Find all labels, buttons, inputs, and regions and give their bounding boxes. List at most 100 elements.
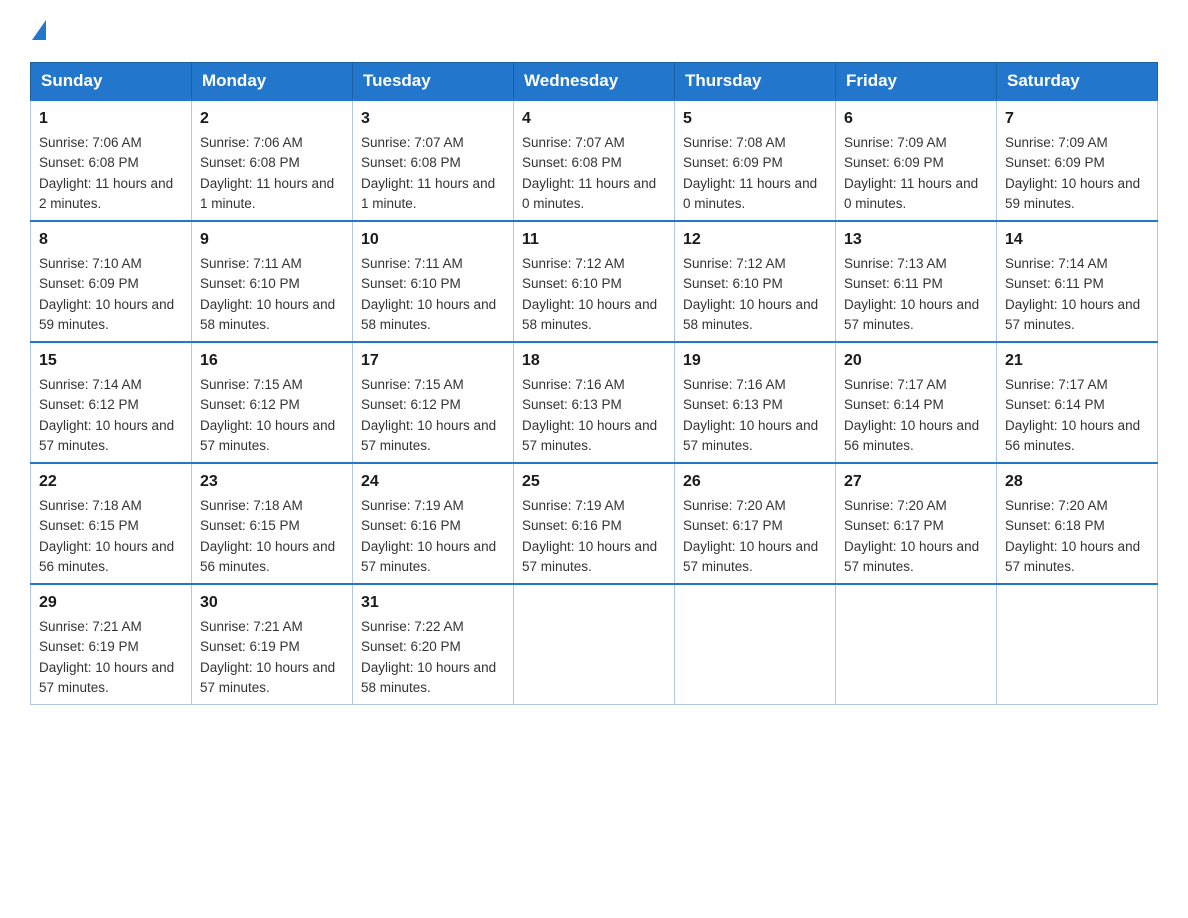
sunrise-text: Sunrise: 7:16 AM — [683, 377, 786, 392]
daylight-text: Daylight: 10 hours and 56 minutes. — [1005, 418, 1140, 453]
calendar-cell — [836, 584, 997, 705]
sunset-text: Sunset: 6:19 PM — [39, 639, 139, 654]
day-number: 7 — [1005, 107, 1149, 131]
calendar-cell: 1Sunrise: 7:06 AMSunset: 6:08 PMDaylight… — [31, 100, 192, 221]
header-day-saturday: Saturday — [997, 63, 1158, 101]
day-number: 13 — [844, 228, 988, 252]
sunrise-text: Sunrise: 7:10 AM — [39, 256, 142, 271]
daylight-text: Daylight: 10 hours and 58 minutes. — [361, 660, 496, 695]
sunrise-text: Sunrise: 7:21 AM — [39, 619, 142, 634]
calendar-cell: 16Sunrise: 7:15 AMSunset: 6:12 PMDayligh… — [192, 342, 353, 463]
daylight-text: Daylight: 10 hours and 56 minutes. — [200, 539, 335, 574]
sunrise-text: Sunrise: 7:07 AM — [361, 135, 464, 150]
daylight-text: Daylight: 10 hours and 57 minutes. — [361, 418, 496, 453]
sunrise-text: Sunrise: 7:18 AM — [39, 498, 142, 513]
sunrise-text: Sunrise: 7:19 AM — [361, 498, 464, 513]
daylight-text: Daylight: 10 hours and 58 minutes. — [522, 297, 657, 332]
sunrise-text: Sunrise: 7:16 AM — [522, 377, 625, 392]
day-number: 15 — [39, 349, 183, 373]
calendar-week-5: 29 Sunrise: 7:21 AM Sunset: 6:19 PM Dayligh… — [31, 584, 1158, 705]
calendar-cell — [997, 584, 1158, 705]
daylight-text: Daylight: 10 hours and 57 minutes. — [683, 539, 818, 574]
calendar-week-4: 22Sunrise: 7:18 AMSunset: 6:15 PMDayligh… — [31, 463, 1158, 584]
calendar-week-2: 8Sunrise: 7:10 AMSunset: 6:09 PMDaylight… — [31, 221, 1158, 342]
daylight-text: Daylight: 10 hours and 57 minutes. — [683, 418, 818, 453]
calendar-cell: 20Sunrise: 7:17 AMSunset: 6:14 PMDayligh… — [836, 342, 997, 463]
sunset-text: Sunset: 6:08 PM — [200, 155, 300, 170]
sunset-text: Sunset: 6:12 PM — [200, 397, 300, 412]
calendar-cell: 25Sunrise: 7:19 AMSunset: 6:16 PMDayligh… — [514, 463, 675, 584]
day-number: 30 — [200, 591, 344, 615]
sunrise-text: Sunrise: 7:11 AM — [361, 256, 463, 271]
day-number: 28 — [1005, 470, 1149, 494]
sunrise-text: Sunrise: 7:20 AM — [1005, 498, 1108, 513]
sunrise-text: Sunrise: 7:09 AM — [844, 135, 947, 150]
daylight-text: Daylight: 10 hours and 59 minutes. — [1005, 176, 1140, 211]
sunset-text: Sunset: 6:18 PM — [1005, 518, 1105, 533]
day-number: 24 — [361, 470, 505, 494]
sunset-text: Sunset: 6:16 PM — [522, 518, 622, 533]
calendar-table: SundayMondayTuesdayWednesdayThursdayFrid… — [30, 62, 1158, 705]
daylight-text: Daylight: 10 hours and 57 minutes. — [39, 418, 174, 453]
daylight-text: Daylight: 10 hours and 58 minutes. — [200, 297, 335, 332]
sunset-text: Sunset: 6:08 PM — [522, 155, 622, 170]
calendar-cell: 26Sunrise: 7:20 AMSunset: 6:17 PMDayligh… — [675, 463, 836, 584]
sunset-text: Sunset: 6:10 PM — [522, 276, 622, 291]
page-header — [30, 20, 1158, 42]
day-number: 9 — [200, 228, 344, 252]
sunrise-text: Sunrise: 7:06 AM — [39, 135, 142, 150]
sunrise-text: Sunrise: 7:06 AM — [200, 135, 303, 150]
day-number: 25 — [522, 470, 666, 494]
day-number: 20 — [844, 349, 988, 373]
calendar-cell: 30Sunrise: 7:21 AMSunset: 6:19 PMDayligh… — [192, 584, 353, 705]
daylight-text: Daylight: 10 hours and 57 minutes. — [522, 418, 657, 453]
calendar-cell: 15Sunrise: 7:14 AMSunset: 6:12 PMDayligh… — [31, 342, 192, 463]
sunset-text: Sunset: 6:11 PM — [844, 276, 943, 291]
daylight-text: Daylight: 11 hours and 0 minutes. — [844, 176, 978, 211]
daylight-text: Daylight: 10 hours and 57 minutes. — [1005, 539, 1140, 574]
day-number: 4 — [522, 107, 666, 131]
day-number: 29 — [39, 591, 183, 615]
header-day-tuesday: Tuesday — [353, 63, 514, 101]
calendar-cell: 3Sunrise: 7:07 AMSunset: 6:08 PMDaylight… — [353, 100, 514, 221]
day-number: 3 — [361, 107, 505, 131]
sunrise-text: Sunrise: 7:07 AM — [522, 135, 625, 150]
calendar-week-3: 15Sunrise: 7:14 AMSunset: 6:12 PMDayligh… — [31, 342, 1158, 463]
calendar-cell: 29Sunrise: 7:21 AMSunset: 6:19 PMDayligh… — [31, 584, 192, 705]
daylight-text: Daylight: 10 hours and 57 minutes. — [1005, 297, 1140, 332]
daylight-text: Daylight: 11 hours and 1 minute. — [361, 176, 495, 211]
calendar-cell: 31Sunrise: 7:22 AMSunset: 6:20 PMDayligh… — [353, 584, 514, 705]
day-number: 23 — [200, 470, 344, 494]
sunset-text: Sunset: 6:17 PM — [683, 518, 783, 533]
sunrise-text: Sunrise: 7:17 AM — [1005, 377, 1108, 392]
sunset-text: Sunset: 6:15 PM — [200, 518, 300, 533]
header-day-friday: Friday — [836, 63, 997, 101]
sunset-text: Sunset: 6:13 PM — [522, 397, 622, 412]
daylight-text: Daylight: 10 hours and 57 minutes. — [361, 539, 496, 574]
sunrise-text: Sunrise: 7:15 AM — [200, 377, 303, 392]
sunrise-text: Sunrise: 7:13 AM — [844, 256, 947, 271]
day-number: 12 — [683, 228, 827, 252]
sunrise-text: Sunrise: 7:18 AM — [200, 498, 303, 513]
header-day-sunday: Sunday — [31, 63, 192, 101]
daylight-text: Daylight: 10 hours and 59 minutes. — [39, 297, 174, 332]
sunset-text: Sunset: 6:20 PM — [361, 639, 461, 654]
day-number: 10 — [361, 228, 505, 252]
day-number: 16 — [200, 349, 344, 373]
daylight-text: Daylight: 10 hours and 57 minutes. — [844, 297, 979, 332]
sunset-text: Sunset: 6:11 PM — [1005, 276, 1104, 291]
daylight-text: Daylight: 11 hours and 2 minutes. — [39, 176, 173, 211]
calendar-cell: 22Sunrise: 7:18 AMSunset: 6:15 PMDayligh… — [31, 463, 192, 584]
calendar-cell: 11Sunrise: 7:12 AMSunset: 6:10 PMDayligh… — [514, 221, 675, 342]
logo — [30, 20, 48, 42]
sunset-text: Sunset: 6:10 PM — [361, 276, 461, 291]
sunset-text: Sunset: 6:15 PM — [39, 518, 139, 533]
calendar-cell — [514, 584, 675, 705]
sunset-text: Sunset: 6:14 PM — [844, 397, 944, 412]
daylight-text: Daylight: 10 hours and 57 minutes. — [844, 539, 979, 574]
sunset-text: Sunset: 6:13 PM — [683, 397, 783, 412]
sunrise-text: Sunrise: 7:12 AM — [683, 256, 786, 271]
calendar-cell: 23 Sunrise: 7:18 AM Sunset: 6:15 PM Dayligh… — [192, 463, 353, 584]
logo-triangle-icon — [32, 20, 46, 40]
daylight-text: Daylight: 10 hours and 57 minutes. — [522, 539, 657, 574]
